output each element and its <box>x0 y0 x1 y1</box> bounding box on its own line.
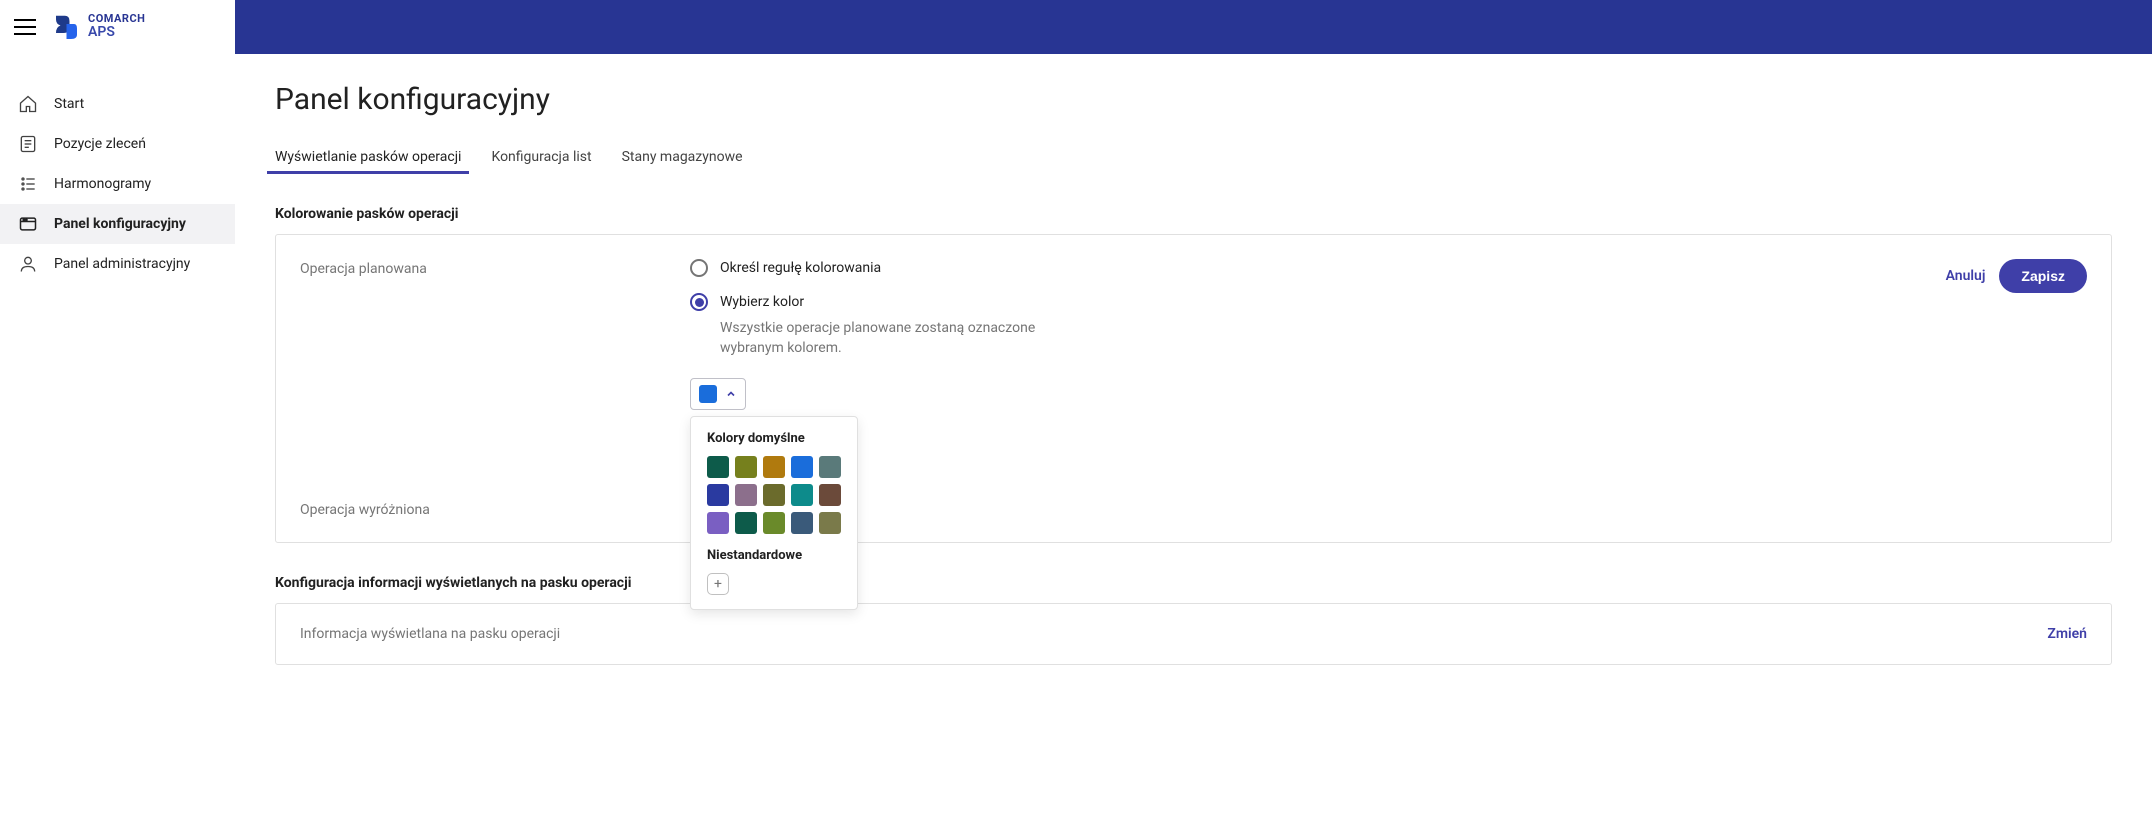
nav-item-schedules[interactable]: Harmonogramy <box>0 164 235 204</box>
nav-item-admin-panel[interactable]: Panel administracyjny <box>0 244 235 284</box>
nav-label: Start <box>54 96 84 112</box>
color-swatch[interactable] <box>707 512 729 534</box>
color-swatch[interactable] <box>819 512 841 534</box>
coloring-card: Anuluj Zapisz Operacja planowana Określ … <box>275 234 2112 543</box>
color-swatch[interactable] <box>707 484 729 506</box>
color-swatch[interactable] <box>819 484 841 506</box>
hint-text: Wszystkie operacje planowane zostaną ozn… <box>720 319 1100 358</box>
row-label-planned: Operacja planowana <box>300 259 690 480</box>
nav-label: Panel administracyjny <box>54 256 190 272</box>
selected-swatch <box>699 385 717 403</box>
row-label-info-displayed: Informacja wyświetlana na pasku operacji <box>300 626 690 642</box>
section-title-info-config: Konfiguracja informacji wyświetlanych na… <box>275 575 2112 591</box>
schedule-icon <box>18 174 38 194</box>
list-document-icon <box>18 134 38 154</box>
topbar <box>235 0 2152 54</box>
main: Panel konfiguracyjny Wyświetlanie pasków… <box>235 0 2152 833</box>
radio-icon <box>690 259 708 277</box>
tab-display-bars[interactable]: Wyświetlanie pasków operacji <box>275 141 461 173</box>
nav-label: Harmonogramy <box>54 176 151 192</box>
nav-item-orders[interactable]: Pozycje zleceń <box>0 124 235 164</box>
add-custom-color-button[interactable]: + <box>707 573 729 595</box>
color-swatch[interactable] <box>735 512 757 534</box>
tab-stock-levels[interactable]: Stany magazynowe <box>622 141 743 173</box>
color-swatch[interactable] <box>791 456 813 478</box>
radio-icon <box>690 293 708 311</box>
user-icon <box>18 254 38 274</box>
home-icon <box>18 94 38 114</box>
sidebar: COMARCH APS Start Pozycje zleceń <box>0 0 235 833</box>
radio-choose-color[interactable]: Wybierz kolor <box>690 293 2087 311</box>
section-title-coloring: Kolorowanie pasków operacji <box>275 206 2112 222</box>
panel-icon <box>18 214 38 234</box>
nav: Start Pozycje zleceń Harmonogramy Panel … <box>0 54 235 284</box>
row-label-highlighted: Operacja wyróżniona <box>300 500 690 518</box>
color-swatch[interactable] <box>707 456 729 478</box>
color-swatch[interactable] <box>819 456 841 478</box>
logo-mark-icon <box>50 12 80 42</box>
tabs: Wyświetlanie pasków operacji Konfiguracj… <box>275 141 2112 174</box>
change-button[interactable]: Zmień <box>2047 626 2087 642</box>
tab-list-config[interactable]: Konfiguracja list <box>491 141 591 173</box>
logo: COMARCH APS <box>50 12 145 42</box>
color-swatch[interactable] <box>763 484 785 506</box>
nav-label: Panel konfiguracyjny <box>54 216 186 232</box>
chevron-up-icon <box>725 388 737 400</box>
color-swatch[interactable] <box>735 456 757 478</box>
hamburger-icon[interactable] <box>14 19 36 35</box>
color-picker-trigger[interactable] <box>690 378 746 410</box>
color-swatch[interactable] <box>791 484 813 506</box>
product-name: APS <box>88 25 145 40</box>
logo-bar: COMARCH APS <box>0 0 235 54</box>
radio-label: Określ regułę kolorowania <box>720 260 881 276</box>
color-swatch[interactable] <box>791 512 813 534</box>
popover-custom-title: Niestandardowe <box>707 548 841 563</box>
nav-item-start[interactable]: Start <box>0 84 235 124</box>
radio-define-rule[interactable]: Określ regułę kolorowania <box>690 259 2087 277</box>
nav-label: Pozycje zleceń <box>54 136 146 152</box>
swatch-grid <box>707 456 841 534</box>
popover-default-title: Kolory domyślne <box>707 431 841 446</box>
info-config-card: Informacja wyświetlana na pasku operacji… <box>275 603 2112 665</box>
page-title: Panel konfiguracyjny <box>275 82 2112 117</box>
color-swatch[interactable] <box>763 456 785 478</box>
radio-label: Wybierz kolor <box>720 294 804 310</box>
color-popover: Kolory domyślne Niestandardowe + <box>690 416 858 610</box>
nav-item-config-panel[interactable]: Panel konfiguracyjny <box>0 204 235 244</box>
color-swatch[interactable] <box>763 512 785 534</box>
color-swatch[interactable] <box>735 484 757 506</box>
